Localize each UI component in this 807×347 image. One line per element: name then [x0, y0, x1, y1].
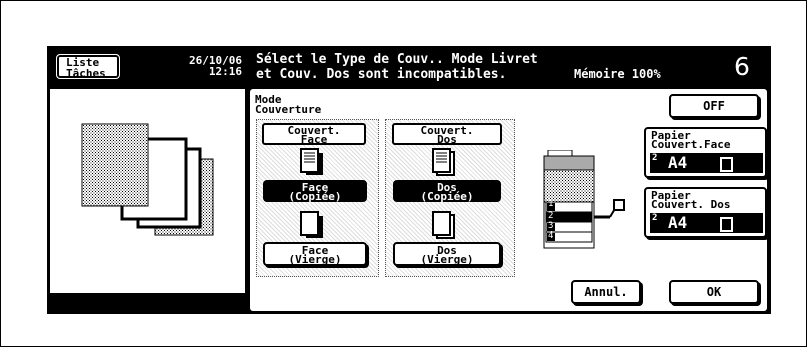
back-copied-page-icon	[432, 148, 455, 176]
message-line-2: et Couv. Dos sont incompatibles.	[256, 67, 507, 82]
front-copied-page-icon	[300, 148, 323, 175]
front-blank-page-icon	[300, 211, 323, 238]
tray-4-label: 4	[548, 231, 554, 241]
cover-mode-title: Mode Couverture	[255, 93, 322, 116]
front-cover-paper-setting: 2 A4	[650, 153, 763, 173]
front-cover-paper-button[interactable]: Papier Couvert.Face 2 A4	[644, 127, 767, 178]
back-paper-size: A4	[668, 213, 688, 232]
portrait-paper-icon	[720, 157, 733, 172]
time-text: 12:16	[208, 65, 242, 78]
front-copied-button[interactable]: Face (Copiée)	[263, 180, 367, 202]
job-list-label: Liste Tâches	[66, 56, 106, 80]
front-tray-number: 2	[652, 153, 658, 163]
tray-2-label: 2	[548, 211, 554, 221]
ok-button[interactable]: OK	[669, 280, 759, 304]
back-copied-button[interactable]: Dos (Copiée)	[393, 180, 501, 202]
back-blank-button[interactable]: Dos (Vierge)	[393, 242, 501, 266]
cancel-label: Annul.	[584, 285, 628, 299]
back-tray-number: 2	[652, 213, 658, 223]
back-blank-page-icon	[432, 211, 455, 239]
front-paper-size: A4	[668, 153, 688, 172]
back-cover-paper-label: Papier Couvert. Dos	[651, 189, 731, 211]
copy-count: 6	[734, 52, 750, 81]
tray-3-label: 3	[548, 221, 554, 231]
front-blank-button[interactable]: Face (Vierge)	[263, 242, 367, 266]
cancel-button[interactable]: Annul.	[571, 280, 641, 304]
front-cover-label: Couvert. Face	[262, 123, 366, 145]
status-message: Sélect le Type de Couv.. Mode Livret et …	[256, 52, 538, 82]
front-cover-paper-label: Papier Couvert.Face	[651, 129, 731, 151]
date-time: 26/10/06 12:16	[150, 55, 242, 77]
front-blank-label: Face (Vierge)	[288, 244, 342, 266]
job-list-button[interactable]: Liste Tâches	[56, 54, 120, 79]
memory-status: Mémoire 100%	[574, 67, 661, 81]
preview-footer-bar	[50, 293, 245, 313]
ok-label: OK	[706, 285, 722, 299]
booklet-preview-pane	[50, 89, 245, 303]
back-cover-paper-button[interactable]: Papier Couvert. Dos 2 A4	[644, 187, 767, 238]
off-label: OFF	[703, 99, 725, 113]
portrait-paper-icon	[720, 217, 733, 232]
off-button[interactable]: OFF	[669, 94, 759, 118]
front-copied-label: Face (Copiée)	[288, 181, 342, 203]
back-blank-label: Dos (Vierge)	[420, 244, 474, 266]
stacked-pages-icon	[81, 123, 214, 236]
back-copied-label: Dos (Copiée)	[420, 181, 474, 203]
message-line-1: Sélect le Type de Couv.. Mode Livret	[256, 52, 538, 67]
back-cover-paper-setting: 2 A4	[650, 213, 763, 233]
back-cover-label: Couvert. Dos	[392, 123, 502, 145]
tray-1-label: 1	[548, 199, 554, 209]
